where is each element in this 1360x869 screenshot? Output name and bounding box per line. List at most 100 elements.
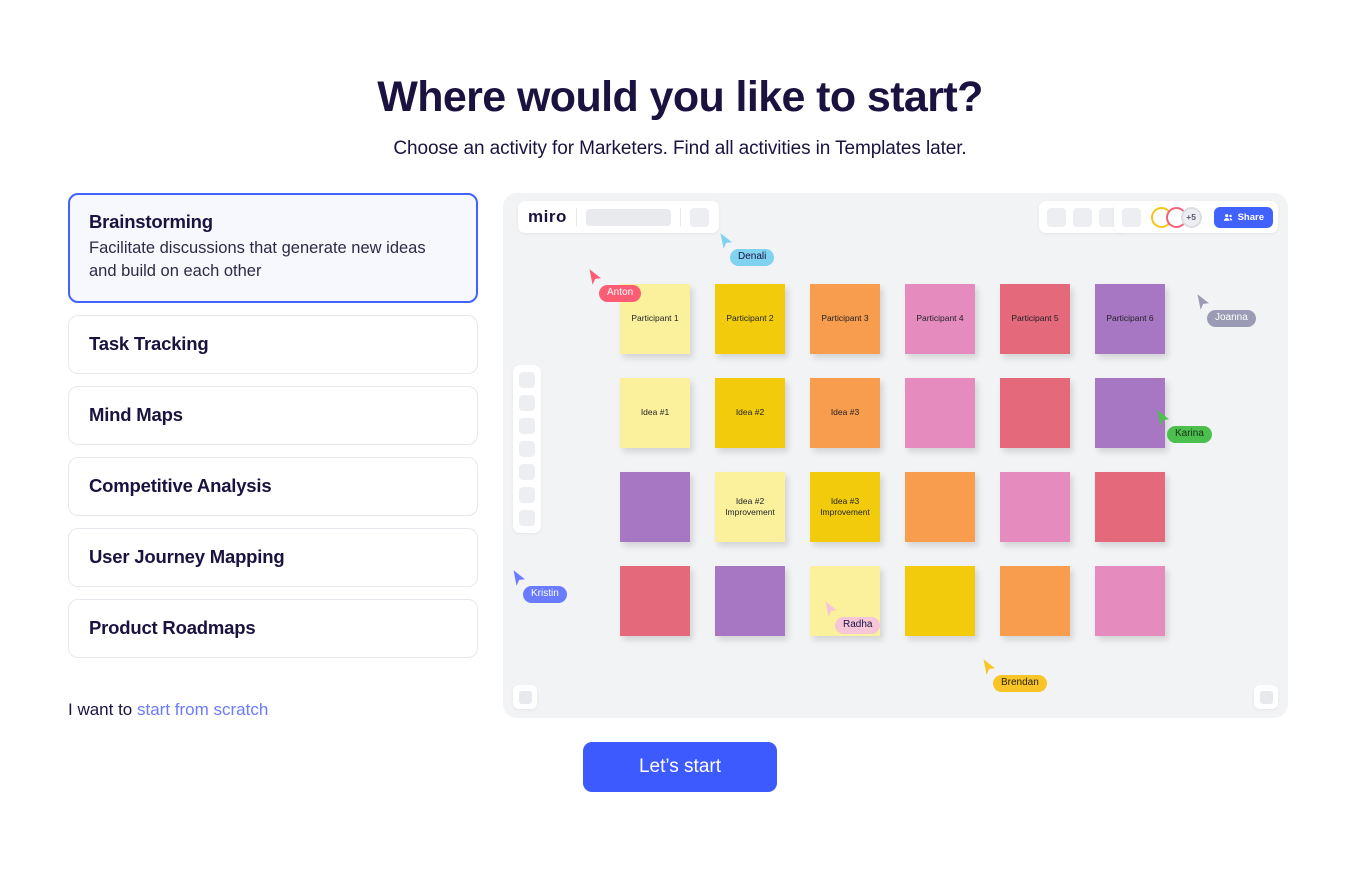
activity-title: User Journey Mapping (89, 545, 285, 567)
activity-item-mind-maps[interactable]: Mind Maps (68, 385, 478, 445)
board-toolbar-right-secondary (1039, 201, 1126, 233)
sticky-note-cell (715, 566, 810, 660)
board-left-toolbar (513, 365, 541, 533)
board-topbar-left: miro (518, 201, 719, 233)
board-tool-button[interactable] (519, 510, 535, 526)
cursor-label: Anton (599, 285, 642, 302)
sticky-note-cell (620, 472, 715, 566)
sticky-note[interactable]: Idea #3 (810, 378, 880, 448)
cursor-label: Denali (730, 249, 775, 266)
sticky-note[interactable]: Participant 4 (905, 284, 975, 354)
board-tool-button[interactable] (519, 372, 535, 388)
toolbar-icon-button[interactable] (1047, 207, 1066, 227)
activity-item-task-tracking[interactable]: Task Tracking (68, 314, 478, 374)
board-toolbar-right-primary: +5 Share (1113, 201, 1278, 233)
board-tool-button[interactable] (519, 464, 535, 480)
sticky-note-cell: Participant 3 (810, 284, 905, 378)
toolbar-icon-button[interactable] (1073, 207, 1092, 227)
sticky-note-cell (1000, 378, 1095, 472)
activity-item-product-roadmaps[interactable]: Product Roadmaps (68, 598, 478, 658)
sticky-note[interactable] (905, 566, 975, 636)
cursor-joanna: Joanna (1196, 293, 1256, 327)
sticky-note-cell: Idea #3 Improvement (810, 472, 905, 566)
sticky-note-cell: Idea #2 Improvement (715, 472, 810, 566)
board-tool-button[interactable] (519, 487, 535, 503)
miro-logo: miro (528, 207, 567, 226)
cursor-kristin: Kristin (512, 569, 567, 603)
sticky-note[interactable]: Participant 3 (810, 284, 880, 354)
sticky-note[interactable] (905, 472, 975, 542)
sticky-note[interactable] (1000, 472, 1070, 542)
cursor-label: Joanna (1207, 310, 1256, 327)
activity-title: Competitive Analysis (89, 474, 272, 496)
cursor-label: Radha (835, 617, 881, 634)
sticky-note-cell (1000, 472, 1095, 566)
sticky-note-cell: Participant 4 (905, 284, 1000, 378)
sticky-note[interactable] (1095, 472, 1165, 542)
cursor-denali: Denali (719, 232, 775, 266)
square-icon (518, 690, 532, 704)
sticky-note-cell: Idea #1 (620, 378, 715, 472)
cursor-radha: Radha (824, 600, 881, 634)
board-name-placeholder (585, 208, 671, 226)
sticky-note[interactable]: Participant 2 (715, 284, 785, 354)
board-tool-button[interactable] (519, 418, 535, 434)
sticky-note[interactable] (1095, 378, 1165, 448)
board-menu-button[interactable] (689, 207, 709, 227)
activity-item-brainstorming[interactable]: Brainstorming Facilitate discussions that… (68, 193, 478, 303)
share-button[interactable]: Share (1213, 206, 1273, 228)
board-bottom-right-button[interactable] (1254, 685, 1278, 709)
cursor-brendan: Brendan (982, 658, 1047, 692)
activity-title: Product Roadmaps (89, 616, 256, 638)
lets-start-button[interactable]: Let’s start (582, 742, 778, 792)
sticky-note-cell (1095, 472, 1190, 566)
page-title: Where would you like to start? (377, 73, 983, 121)
sticky-note-cell (1000, 566, 1095, 660)
sticky-note-cell: Participant 6 (1095, 284, 1190, 378)
sticky-note-cell: Participant 5 (1000, 284, 1095, 378)
sticky-note-cell (620, 566, 715, 660)
page-subtitle: Choose an activity for Marketers. Find a… (393, 138, 967, 160)
sticky-note-cell: Idea #2 (715, 378, 810, 472)
sticky-note[interactable] (905, 378, 975, 448)
sticky-note-cell: Idea #3 (810, 378, 905, 472)
sticky-note[interactable] (1000, 378, 1070, 448)
board-tool-button[interactable] (519, 395, 535, 411)
sticky-note[interactable] (620, 566, 690, 636)
sticky-note[interactable]: Idea #1 (620, 378, 690, 448)
cursor-label: Kristin (523, 586, 567, 603)
sticky-note[interactable]: Participant 5 (1000, 284, 1070, 354)
cursor-label: Brendan (993, 675, 1047, 692)
activity-item-user-journey-mapping[interactable]: User Journey Mapping (68, 527, 478, 587)
people-icon (1223, 212, 1234, 223)
avatar-overflow-count[interactable]: +5 (1180, 206, 1202, 228)
divider (575, 208, 577, 226)
sticky-note-cell (905, 378, 1000, 472)
board-tool-button[interactable] (519, 441, 535, 457)
toolbar-icon-button[interactable] (1121, 207, 1141, 227)
activity-title: Mind Maps (89, 403, 183, 425)
cursor-anton: Anton (588, 268, 642, 302)
sticky-note[interactable] (715, 566, 785, 636)
activity-description: Facilitate discussions that generate new… (89, 239, 426, 281)
scratch-prefix: I want to (68, 699, 137, 719)
sticky-note[interactable]: Idea #2 (715, 378, 785, 448)
sticky-note-cell (905, 472, 1000, 566)
sticky-note[interactable]: Participant 6 (1095, 284, 1165, 354)
square-icon (1259, 690, 1273, 704)
start-from-scratch-row: I want to start from scratch (68, 700, 478, 720)
start-from-scratch-link[interactable]: start from scratch (137, 700, 268, 719)
sticky-note-cell (905, 566, 1000, 660)
sticky-note[interactable] (1000, 566, 1070, 636)
sticky-note[interactable] (620, 472, 690, 542)
sticky-note[interactable]: Idea #2 Improvement (715, 472, 785, 542)
activity-list: Brainstorming Facilitate discussions that… (68, 193, 478, 720)
sticky-note-cell (1095, 566, 1190, 660)
sticky-note-cell: Participant 2 (715, 284, 810, 378)
sticky-note[interactable]: Idea #3 Improvement (810, 472, 880, 542)
board-bottom-left-button[interactable] (513, 685, 537, 709)
activity-item-competitive-analysis[interactable]: Competitive Analysis (68, 456, 478, 516)
divider (679, 208, 681, 226)
cursor-label: Karina (1167, 426, 1212, 443)
sticky-note[interactable] (1095, 566, 1165, 636)
